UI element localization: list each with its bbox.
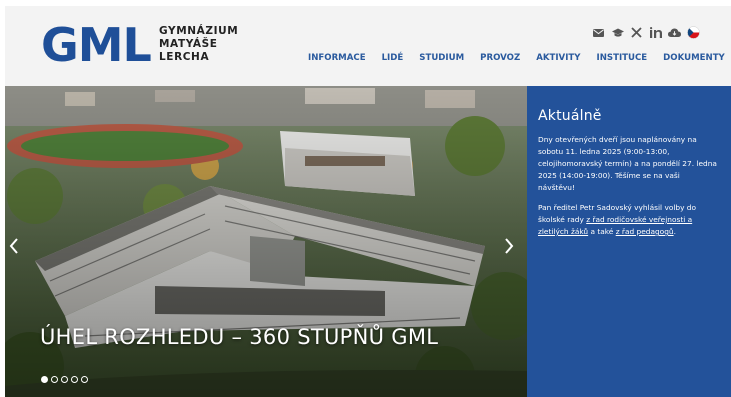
slider-dot-5[interactable] (81, 376, 88, 383)
slider-prev-button[interactable] (7, 236, 21, 256)
nav-informace[interactable]: INFORMACE (308, 53, 366, 63)
slider-dot-1[interactable] (41, 376, 48, 383)
news-item-2: Pan ředitel Petr Sadovský vyhlásil volby… (538, 202, 719, 238)
news-link-teachers[interactable]: z řad pedagogů (616, 227, 674, 236)
slider-dot-4[interactable] (71, 376, 78, 383)
slider-next-button[interactable] (502, 236, 516, 256)
nav-studium[interactable]: STUDIUM (419, 53, 464, 63)
cloud-icon[interactable] (668, 26, 681, 39)
x-icon[interactable] (630, 26, 643, 39)
nav-aktivity[interactable]: AKTIVITY (536, 53, 580, 63)
news-item-2-middle: a také (588, 227, 616, 236)
page: GML GYMNÁZIUM MATYÁŠE LERCHA INFORMACE L… (0, 0, 731, 397)
logo-line-1: GYMNÁZIUM (159, 25, 239, 37)
news-panel: Aktuálně Dny otevřených dveří jsou naplá… (527, 86, 731, 397)
chevron-right-icon (505, 238, 514, 254)
logo-mark[interactable]: GML (41, 22, 152, 68)
news-item-1: Dny otevřených dveří jsou naplánovány na… (538, 135, 717, 192)
news-item-2-suffix: . (673, 227, 676, 236)
slider-dots (41, 376, 88, 383)
slider-dot-3[interactable] (61, 376, 68, 383)
logo-line-2: MATYÁŠE (159, 38, 218, 50)
graduation-cap-icon[interactable] (611, 26, 624, 39)
news-title: Aktuálně (538, 108, 602, 124)
slide-caption[interactable]: ÚHEL ROZHLEDU – 360 STUPŇŮ GML (40, 325, 438, 349)
nav-dokumenty[interactable]: DOKUMENTY (663, 53, 725, 63)
slider-dot-2[interactable] (51, 376, 58, 383)
logo-line-3: LERCHA (159, 51, 210, 63)
hero-photo (5, 86, 527, 397)
logo-text[interactable]: GYMNÁZIUM MATYÁŠE LERCHA (159, 25, 238, 64)
linkedin-icon[interactable] (649, 26, 662, 39)
nav-provoz[interactable]: PROVOZ (480, 53, 520, 63)
main-nav: INFORMACE LIDÉ STUDIUM PROVOZ AKTIVITY I… (308, 53, 725, 63)
nav-instituce[interactable]: INSTITUCE (597, 53, 648, 63)
nav-lide[interactable]: LIDÉ (382, 53, 404, 63)
chevron-left-icon (9, 238, 18, 254)
header-icons (592, 26, 700, 39)
site-header: GML GYMNÁZIUM MATYÁŠE LERCHA INFORMACE L… (5, 6, 731, 86)
email-icon[interactable] (592, 26, 605, 39)
hero-slider: ÚHEL ROZHLEDU – 360 STUPŇŮ GML (5, 86, 527, 397)
czech-flag-icon[interactable] (687, 26, 700, 39)
